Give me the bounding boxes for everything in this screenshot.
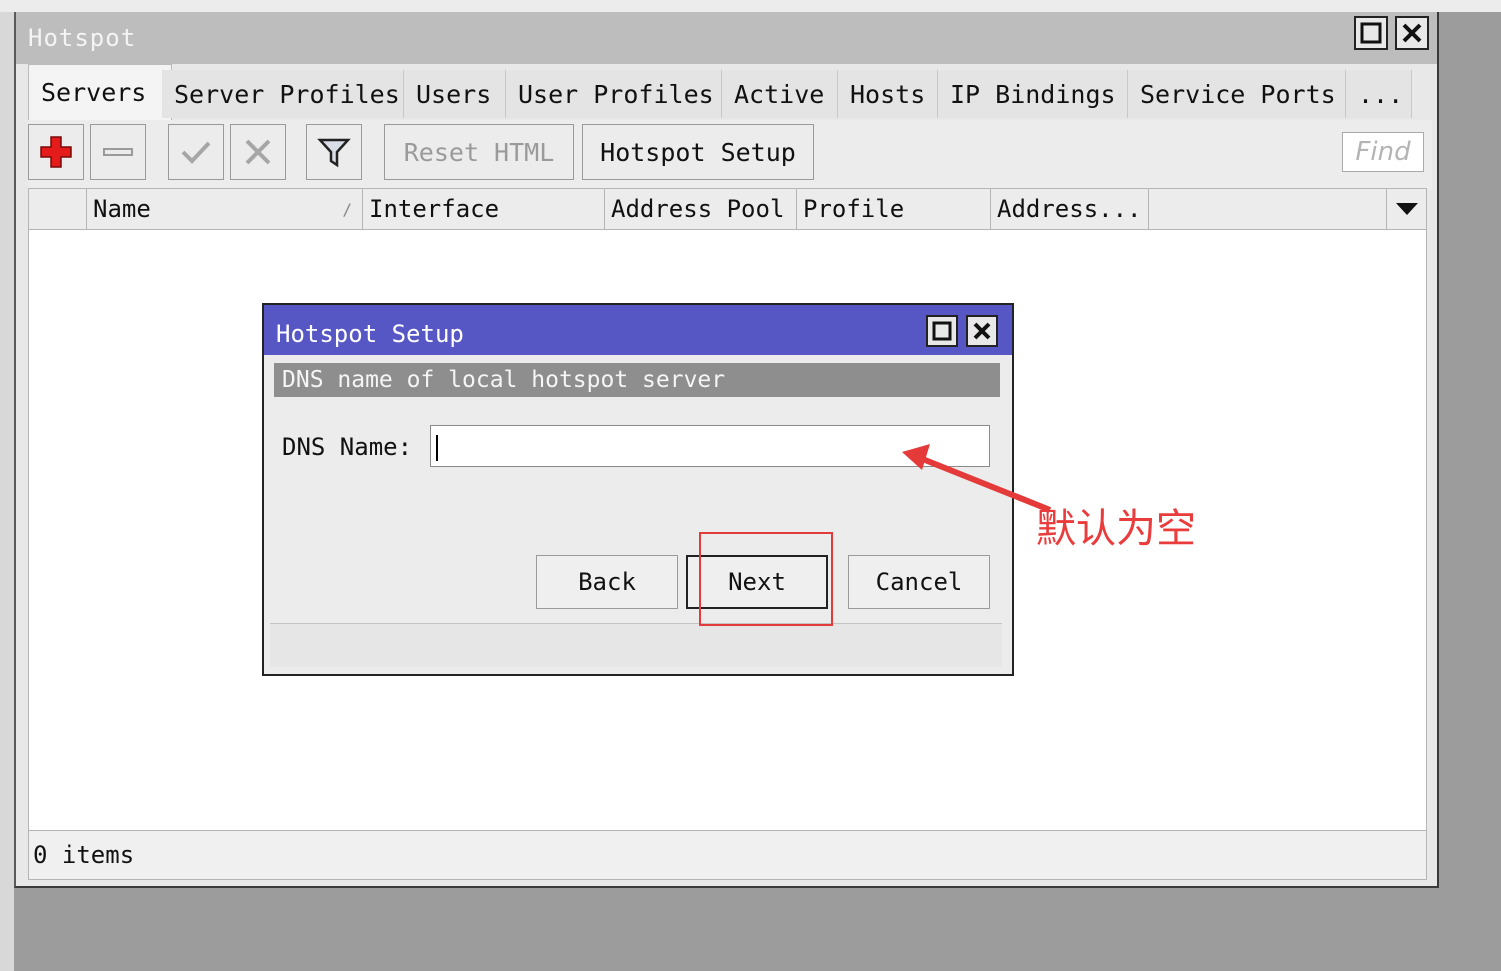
dialog-maximize-button[interactable] [926,315,958,347]
close-window-button[interactable] [1395,16,1429,50]
maximize-button[interactable] [1354,16,1388,50]
dialog-section-header: DNS name of local hotspot server [274,363,1000,397]
tab-service-ports[interactable]: Service Ports [1128,70,1346,118]
dns-name-label: DNS Name: [282,433,413,461]
annotation-arrow [902,444,1052,513]
annotation-highlight-box [699,532,833,626]
column-menu-button[interactable] [1387,189,1427,229]
column-header-interface[interactable]: Interface [363,189,605,229]
column-header-address[interactable]: Address... [991,189,1149,229]
tab-user-profiles[interactable]: User Profiles [506,70,722,118]
column-header-checkbox[interactable] [29,189,87,229]
text-caret [436,435,438,461]
find-input[interactable]: Find [1342,132,1424,172]
disable-button[interactable] [230,124,286,180]
maximize-icon [1360,22,1382,44]
enable-button[interactable] [168,124,224,180]
minus-icon [103,148,133,156]
dialog-title-bar[interactable]: Hotspot Setup [264,305,1012,355]
status-bar: 0 items [28,830,1427,880]
filter-icon [317,138,351,168]
check-icon [181,141,211,164]
dialog-status-bar [270,623,1002,667]
column-header-address-pool[interactable]: Address Pool [605,189,797,229]
close-icon [973,322,991,340]
window-title-bar[interactable]: Hotspot [16,12,1437,64]
tab-hosts[interactable]: Hosts [838,70,938,118]
maximize-icon [932,321,952,341]
column-header-name[interactable]: Name / [87,189,363,229]
remove-button[interactable] [90,124,146,180]
desktop-left-strip [0,12,14,971]
cancel-button[interactable]: Cancel [848,555,990,609]
tab-active[interactable]: Active [722,70,838,118]
tab-servers[interactable]: Servers [28,64,172,120]
column-header-profile[interactable]: Profile [797,189,991,229]
table-header: Name / Interface Address Pool Profile Ad… [28,188,1427,230]
tab-ip-bindings[interactable]: IP Bindings [938,70,1128,118]
desktop-top-strip [0,0,1501,12]
reset-html-button[interactable]: Reset HTML [384,124,574,180]
dropdown-arrow-icon [1396,203,1418,215]
hotspot-setup-button[interactable]: Hotspot Setup [582,124,814,180]
sort-indicator: / [342,199,352,219]
dialog-close-button[interactable] [966,315,998,347]
dialog-title: Hotspot Setup [276,320,464,348]
close-icon [1402,23,1422,43]
window-title: Hotspot [28,24,137,52]
add-button[interactable] [28,124,84,180]
filter-button[interactable] [306,124,362,180]
column-name-label: Name [93,195,151,223]
cross-icon [245,139,271,165]
annotation-label: 默认为空 [1036,506,1196,552]
plus-icon [40,136,72,168]
back-button[interactable]: Back [536,555,678,609]
tab-users[interactable]: Users [404,70,506,118]
tab-more[interactable]: ... [1346,70,1412,118]
tab-server-profiles[interactable]: Server Profiles [162,70,404,118]
column-header-empty [1149,189,1387,229]
